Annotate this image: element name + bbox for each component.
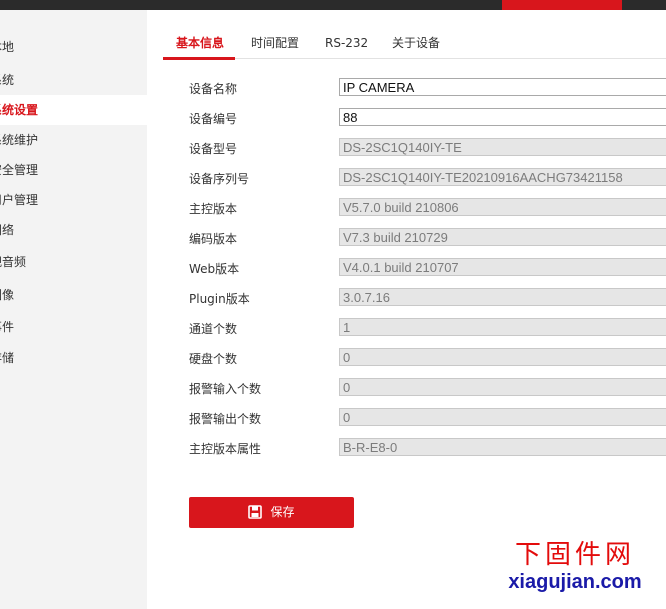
channel-count-field <box>339 318 666 336</box>
device-name-label: 设备名称 <box>189 82 238 96</box>
sidebar-item-label: 系统 <box>0 73 15 87</box>
sidebar-item-network[interactable]: 网络 <box>0 215 147 245</box>
sidebar-item-label: 系统设置 <box>0 103 39 117</box>
alarm-input-count-field <box>339 378 666 396</box>
tab-time-settings[interactable]: 时间配置 <box>251 28 299 59</box>
sidebar-item-system[interactable]: 系统 <box>0 65 147 95</box>
firmware-attribute-field <box>339 438 666 456</box>
sidebar-item-image[interactable]: 图像 <box>0 280 147 310</box>
alarm-output-count-label: 报警输出个数 <box>189 412 262 426</box>
sidebar-item-storage[interactable]: 存储 <box>0 343 147 373</box>
sidebar-item-label: 系统维护 <box>0 133 39 147</box>
firmware-version-field <box>339 198 666 216</box>
save-button[interactable]: 保存 <box>189 497 354 528</box>
active-tab-indicator <box>163 57 235 60</box>
hdd-count-field <box>339 348 666 366</box>
tab-basic-info[interactable]: 基本信息 <box>176 28 224 59</box>
sidebar-item-label: 视音频 <box>0 255 27 269</box>
sidebar-item-label: 网络 <box>0 223 15 237</box>
sidebar-item-event[interactable]: 事件 <box>0 312 147 342</box>
plugin-version-label: Plugin版本 <box>189 292 250 306</box>
tab-divider <box>163 58 666 59</box>
sidebar-item-video-audio[interactable]: 视音频 <box>0 247 147 277</box>
sidebar-item-security[interactable]: 安全管理 <box>0 155 147 185</box>
firmware-attribute-label: 主控版本属性 <box>189 442 262 456</box>
sidebar-item-local[interactable]: 本地 <box>0 32 147 62</box>
active-nav-highlight[interactable] <box>502 0 622 10</box>
plugin-version-field <box>339 288 666 306</box>
sidebar-item-system-maintenance[interactable]: 系统维护 <box>0 125 147 155</box>
sidebar-item-label: 图像 <box>0 288 15 302</box>
tab-rs232[interactable]: RS-232 <box>325 28 368 59</box>
sidebar-item-label: 安全管理 <box>0 163 39 177</box>
save-button-label: 保存 <box>270 505 295 520</box>
watermark-chinese: 下固件网 <box>514 540 635 570</box>
device-model-field <box>339 138 666 156</box>
web-version-label: Web版本 <box>189 262 240 276</box>
firmware-version-label: 主控版本 <box>189 202 238 216</box>
device-number-input[interactable] <box>339 108 666 126</box>
sidebar: 本地 系统 系统设置 系统维护 安全管理 用户管理 网络 视音频 图像 事件 存… <box>0 10 147 609</box>
serial-number-field <box>339 168 666 186</box>
save-icon <box>248 504 263 519</box>
sidebar-item-users[interactable]: 用户管理 <box>0 185 147 215</box>
channel-count-label: 通道个数 <box>189 322 238 336</box>
serial-number-label: 设备序列号 <box>189 172 250 186</box>
sidebar-item-label: 用户管理 <box>0 193 39 207</box>
device-number-label: 设备编号 <box>189 112 238 126</box>
sidebar-item-label: 事件 <box>0 320 15 334</box>
sidebar-item-system-settings[interactable]: 系统设置 <box>0 95 147 125</box>
alarm-input-count-label: 报警输入个数 <box>189 382 262 396</box>
sidebar-item-label: 本地 <box>0 40 15 54</box>
sidebar-item-label: 存储 <box>0 351 15 365</box>
encoding-version-field <box>339 228 666 246</box>
device-name-input[interactable] <box>339 78 666 96</box>
hdd-count-label: 硬盘个数 <box>189 352 238 366</box>
alarm-output-count-field <box>339 408 666 426</box>
device-model-label: 设备型号 <box>189 142 238 156</box>
save-button-content: 保存 <box>248 503 295 520</box>
tab-about-device[interactable]: 关于设备 <box>392 28 440 59</box>
watermark: 下固件网 xiagujian.com <box>505 540 645 594</box>
web-version-field <box>339 258 666 276</box>
watermark-site: xiagujian.com <box>508 571 642 593</box>
encoding-version-label: 编码版本 <box>189 232 238 246</box>
